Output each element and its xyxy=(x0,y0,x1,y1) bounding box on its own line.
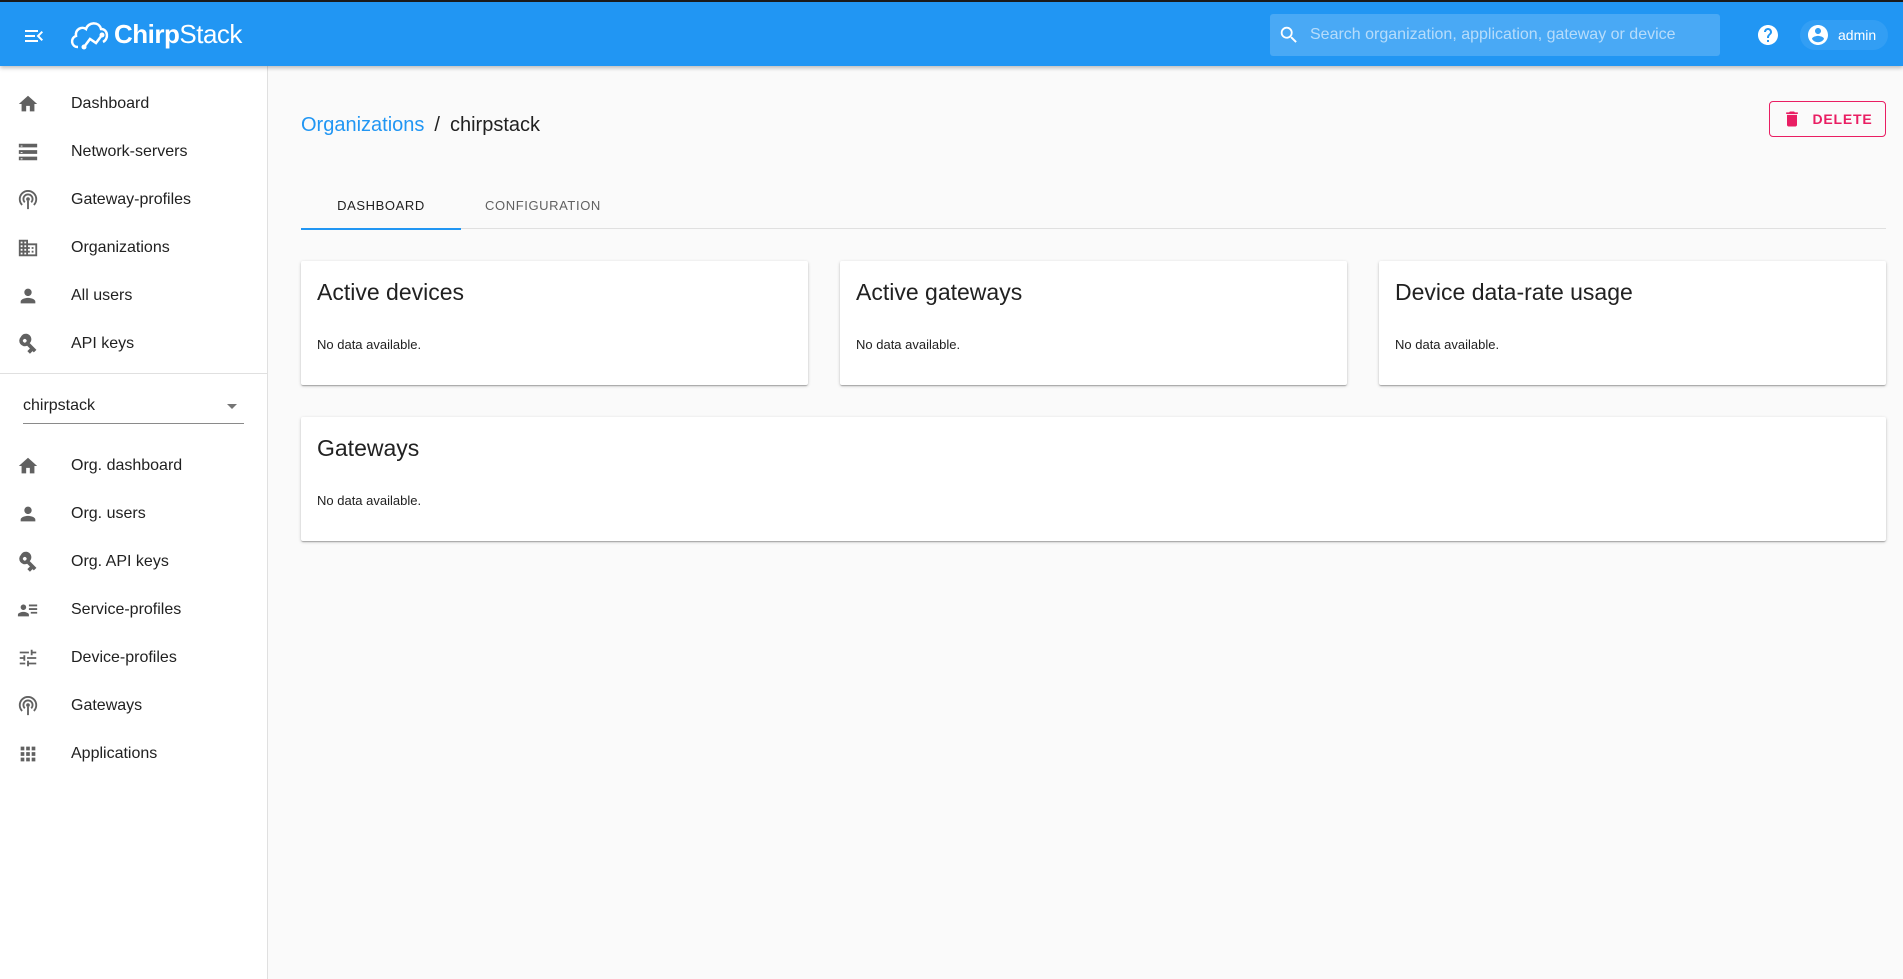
trash-icon xyxy=(1786,111,1799,127)
server-icon xyxy=(16,140,40,164)
sidebar-item-label: Service-profiles xyxy=(71,601,182,618)
sidebar-item-network-servers[interactable]: Network-servers xyxy=(0,128,267,176)
main-content: Organizations / chirpstack DELETE DASHBO… xyxy=(268,66,1903,979)
active-devices-card: Active devices No data available. xyxy=(301,261,808,385)
broadcast-icon xyxy=(16,188,40,212)
sidebar-item-label: API keys xyxy=(71,335,135,352)
help-icon xyxy=(1758,25,1778,45)
person-icon xyxy=(16,284,40,308)
tab-bar: DASHBOARD CONFIGURATION xyxy=(301,181,1886,230)
delete-organization-button[interactable]: DELETE xyxy=(1769,101,1886,137)
user-name: admin xyxy=(1838,27,1877,43)
card-empty-text: No data available. xyxy=(856,337,961,352)
sidebar-divider xyxy=(0,373,267,374)
card-empty-text: No data available. xyxy=(317,337,422,352)
sidebar-item-label: Organizations xyxy=(71,239,170,256)
collapse-menu-button[interactable] xyxy=(18,20,50,52)
card-empty-text: No data available. xyxy=(1395,337,1500,352)
card-title: Gateways xyxy=(317,435,420,461)
card-title: Device data-rate usage xyxy=(1395,279,1633,305)
sidebar-item-label: Network-servers xyxy=(71,143,188,160)
active-gateways-card: Active gateways No data available. xyxy=(840,261,1347,385)
gateways-card: Gateways No data available. xyxy=(301,417,1886,541)
delete-label: DELETE xyxy=(1812,111,1873,127)
sidebar-item-gateway-profiles[interactable]: Gateway-profiles xyxy=(0,176,267,224)
org-nav: Org. dashboard Org. users Org. API keys … xyxy=(0,424,267,778)
building-icon xyxy=(16,236,40,260)
sidebar-item-org-api-keys[interactable]: Org. API keys xyxy=(0,538,267,586)
sidebar-item-org-users[interactable]: Org. users xyxy=(0,490,267,538)
sidebar-item-label: Applications xyxy=(71,745,158,762)
sidebar-item-gateways[interactable]: Gateways xyxy=(0,682,267,730)
breadcrumb-separator: / xyxy=(434,114,440,136)
sidebar-item-label: Device-profiles xyxy=(71,649,177,666)
card-empty-text: No data available. xyxy=(317,493,422,508)
tab-dashboard[interactable]: DASHBOARD xyxy=(301,181,461,230)
apps-grid-icon xyxy=(16,742,40,766)
breadcrumb: Organizations / chirpstack xyxy=(301,114,540,137)
chevron-down-icon xyxy=(227,403,237,409)
search-box[interactable] xyxy=(1270,14,1720,56)
sidebar-item-org-dashboard[interactable]: Org. dashboard xyxy=(0,442,267,490)
user-menu-button[interactable]: admin xyxy=(1800,20,1889,50)
sidebar-item-label: Org. API keys xyxy=(71,553,169,570)
global-nav: Dashboard Network-servers Gateway-profil… xyxy=(0,66,267,368)
sidebar-item-dashboard[interactable]: Dashboard xyxy=(0,80,267,128)
device-data-rate-usage-card: Device data-rate usage No data available… xyxy=(1379,261,1886,385)
person-icon xyxy=(16,502,40,526)
search-input[interactable] xyxy=(1310,26,1710,44)
sidebar: Dashboard Network-servers Gateway-profil… xyxy=(0,66,268,979)
card-title: Active devices xyxy=(317,279,465,305)
app-bar: ChirpStack admin xyxy=(0,0,1903,66)
menu-open-icon xyxy=(25,30,43,42)
sidebar-item-applications[interactable]: Applications xyxy=(0,730,267,778)
help-button[interactable] xyxy=(1756,23,1780,47)
breadcrumb-current: chirpstack xyxy=(449,114,540,136)
sidebar-item-label: All users xyxy=(71,287,133,304)
cloud-logo-icon xyxy=(70,22,109,50)
home-icon xyxy=(16,92,40,116)
tune-icon xyxy=(16,646,40,670)
home-icon xyxy=(16,454,40,478)
sidebar-item-service-profiles[interactable]: Service-profiles xyxy=(0,586,267,634)
organization-select[interactable]: chirpstack xyxy=(23,388,244,424)
sidebar-item-device-profiles[interactable]: Device-profiles xyxy=(0,634,267,682)
sidebar-item-label: Gateway-profiles xyxy=(71,191,192,208)
sidebar-item-label: Org. users xyxy=(71,505,146,522)
organization-select-value: chirpstack xyxy=(23,396,96,414)
chirpstack-logo[interactable]: ChirpStack xyxy=(68,14,242,54)
sidebar-item-all-users[interactable]: All users xyxy=(0,272,267,320)
key-icon xyxy=(16,550,40,574)
brand-name: ChirpStack xyxy=(114,18,242,49)
broadcast-icon xyxy=(16,694,40,718)
sidebar-item-label: Dashboard xyxy=(71,95,150,112)
tab-configuration[interactable]: CONFIGURATION xyxy=(461,181,625,229)
search-icon xyxy=(1280,26,1297,43)
sidebar-item-organizations[interactable]: Organizations xyxy=(0,224,267,272)
card-title: Active gateways xyxy=(856,279,1023,305)
sidebar-item-api-keys[interactable]: API keys xyxy=(0,320,267,368)
sidebar-item-label: Gateways xyxy=(71,697,143,714)
account-circle-icon xyxy=(1808,25,1828,45)
key-icon xyxy=(16,332,40,356)
breadcrumb-organizations-link[interactable]: Organizations xyxy=(301,114,424,137)
sidebar-item-label: Org. dashboard xyxy=(71,457,183,474)
account-details-icon xyxy=(16,598,40,622)
